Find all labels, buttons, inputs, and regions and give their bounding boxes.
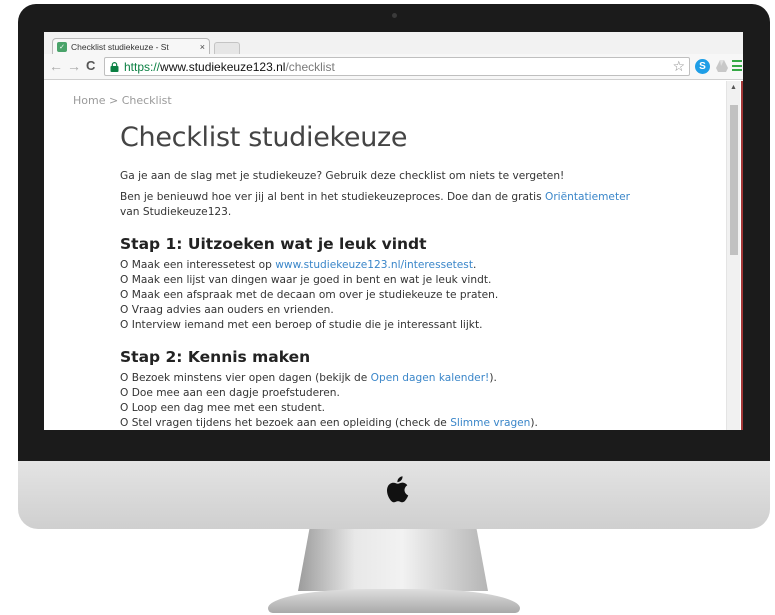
browser-tab[interactable]: ✓ Checklist studiekeuze - St × bbox=[52, 38, 210, 55]
scrollbar[interactable]: ▲ bbox=[726, 81, 740, 430]
skype-icon[interactable]: S bbox=[695, 59, 710, 74]
browser-toolbar: ← → C https:// www.studiekeuze123.nl /ch… bbox=[44, 54, 743, 80]
apple-logo-icon bbox=[387, 476, 409, 503]
list-item: O Stel vragen tijdens het bezoek aan een… bbox=[120, 416, 680, 430]
screen: ✓ Checklist studiekeuze - St × ← → C htt… bbox=[44, 32, 743, 430]
list-item: O Maak een afspraak met de decaan om ove… bbox=[120, 289, 499, 301]
scroll-up-icon[interactable]: ▲ bbox=[730, 84, 737, 91]
window-edge bbox=[741, 81, 743, 430]
url-domain: www.studiekeuze123.nl bbox=[160, 59, 286, 74]
list-item: O Doe mee aan een dagje proefstuderen. bbox=[120, 387, 340, 399]
favicon-icon: ✓ bbox=[57, 42, 67, 52]
address-bar[interactable]: https:// www.studiekeuze123.nl /checklis… bbox=[104, 57, 690, 76]
orientatiemeter-link[interactable]: Oriëntatiemeter bbox=[545, 191, 630, 203]
scroll-thumb[interactable] bbox=[730, 105, 738, 255]
intro2-text: Ben je benieuwd hoe ver jij al bent in h… bbox=[120, 191, 545, 203]
tab-title: Checklist studiekeuze - St bbox=[71, 42, 169, 52]
list-item-text: O Maak een interessetest op bbox=[120, 259, 276, 271]
lock-icon bbox=[110, 61, 119, 72]
back-arrow-icon[interactable]: ← bbox=[49, 58, 63, 74]
slimme-vragen-link[interactable]: Slimme vragen bbox=[450, 417, 530, 429]
camera bbox=[392, 13, 397, 18]
page-content: Checklist studiekeuze Ga je aan de slag … bbox=[120, 121, 680, 430]
imac-stand-base bbox=[268, 589, 520, 613]
tab-strip: ✓ Checklist studiekeuze - St × bbox=[44, 32, 743, 55]
google-drive-icon[interactable] bbox=[715, 59, 729, 73]
list-item-text: ). bbox=[530, 417, 538, 429]
page-viewport: Home > Checklist Checklist studiekeuze G… bbox=[44, 81, 724, 430]
interessetest-link[interactable]: www.studiekeuze123.nl/interessetest bbox=[275, 259, 473, 271]
list-item-text: ). bbox=[489, 372, 497, 384]
list-item-text: . bbox=[472, 259, 477, 271]
page-title: Checklist studiekeuze bbox=[120, 122, 408, 153]
imac-stand bbox=[298, 529, 488, 591]
list-item-text: O Bezoek minstens vier open dagen (bekij… bbox=[120, 372, 371, 384]
menu-icon[interactable] bbox=[732, 60, 742, 71]
list-item: O Interview iemand met een beroep of stu… bbox=[120, 319, 483, 331]
url-path: /checklist bbox=[285, 59, 335, 74]
step-2-heading: Stap 2: Kennis maken bbox=[120, 348, 311, 366]
breadcrumb[interactable]: Home > Checklist bbox=[73, 94, 172, 107]
intro2-text-end: van Studiekeuze123. bbox=[120, 206, 232, 218]
reload-icon[interactable]: C bbox=[86, 58, 95, 74]
star-icon[interactable]: ☆ bbox=[672, 58, 685, 75]
list-item: O Maak een lijst van dingen waar je goed… bbox=[120, 274, 492, 286]
list-item: O Loop een dag mee met een student. bbox=[120, 402, 325, 414]
intro-text-2: Ben je benieuwd hoe ver jij al bent in h… bbox=[120, 190, 680, 220]
list-item-text: O Stel vragen tijdens het bezoek aan een… bbox=[120, 417, 451, 429]
step-1-heading: Stap 1: Uitzoeken wat je leuk vindt bbox=[120, 235, 427, 253]
open-dagen-kalender-link[interactable]: Open dagen kalender! bbox=[371, 372, 490, 384]
url-scheme: https:// bbox=[124, 59, 161, 74]
list-item: O Bezoek minstens vier open dagen (bekij… bbox=[120, 371, 680, 386]
list-item: O Vraag advies aan ouders en vrienden. bbox=[120, 304, 334, 316]
tab-close-icon[interactable]: × bbox=[200, 42, 205, 52]
list-item: O Maak een interessetest op www.studieke… bbox=[120, 258, 680, 273]
intro-text: Ga je aan de slag met je studiekeuze? Ge… bbox=[120, 170, 565, 182]
forward-arrow-icon[interactable]: → bbox=[67, 58, 81, 74]
